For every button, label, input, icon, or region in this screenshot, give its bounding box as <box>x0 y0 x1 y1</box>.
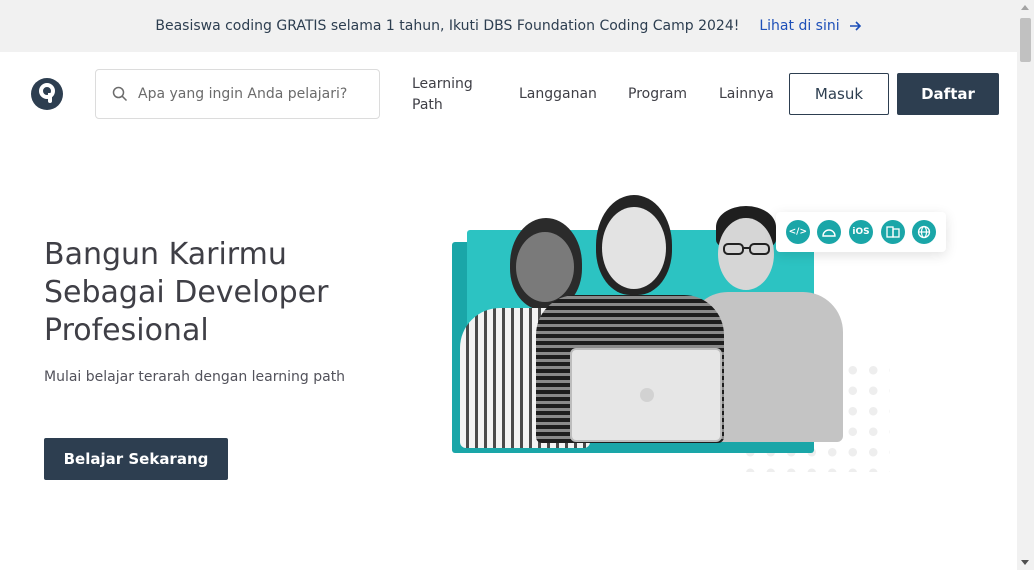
search-input[interactable] <box>138 86 358 102</box>
register-button[interactable]: Daftar <box>897 73 999 115</box>
logo-tail <box>48 93 52 103</box>
person-center-face <box>602 207 666 289</box>
page-scrollbar[interactable] <box>1017 0 1034 570</box>
ios-icon: iOS <box>848 220 873 244</box>
platform-icons-card: </> iOS <box>776 212 946 252</box>
banner-message: Beasiswa coding GRATIS selama 1 tahun, I… <box>155 18 740 34</box>
nav-lainnya[interactable]: Lainnya <box>719 86 774 102</box>
nav-langganan[interactable]: Langganan <box>519 86 597 102</box>
web-icon <box>912 220 937 244</box>
search-icon <box>112 86 128 102</box>
hero-illustration: </> iOS <box>440 190 960 480</box>
multiplatform-icon <box>880 220 905 244</box>
arrow-right-icon <box>849 21 861 31</box>
logo-ring <box>39 83 55 99</box>
hero-subtitle: Mulai belajar terarah dengan learning pa… <box>44 369 346 385</box>
dicoding-logo[interactable] <box>31 78 63 110</box>
nav-program[interactable]: Program <box>628 86 687 102</box>
laptop-logo <box>640 388 654 402</box>
nav-learning-path[interactable]: Learning Path <box>412 74 482 116</box>
site-header: Learning Path Langganan Program Lainnya … <box>0 52 1017 136</box>
search-box[interactable] <box>95 69 380 119</box>
hero-title: Bangun Karirmu Sebagai Developer Profesi… <box>44 237 329 348</box>
scrollbar-thumb[interactable] <box>1020 18 1031 62</box>
login-button[interactable]: Masuk <box>789 73 889 115</box>
page: Beasiswa coding GRATIS selama 1 tahun, I… <box>0 0 1034 570</box>
announcement-banner: Beasiswa coding GRATIS selama 1 tahun, I… <box>0 0 1017 52</box>
glasses-icon <box>723 243 770 255</box>
scroll-up-icon[interactable] <box>1021 5 1029 10</box>
scroll-down-icon[interactable] <box>1021 560 1029 565</box>
banner-link[interactable]: Lihat di sini <box>759 18 861 34</box>
laptop <box>570 348 722 442</box>
code-icon: </> <box>785 220 810 244</box>
android-icon <box>817 220 842 244</box>
banner-link-label: Lihat di sini <box>759 18 840 34</box>
start-learning-button[interactable]: Belajar Sekarang <box>44 438 228 480</box>
